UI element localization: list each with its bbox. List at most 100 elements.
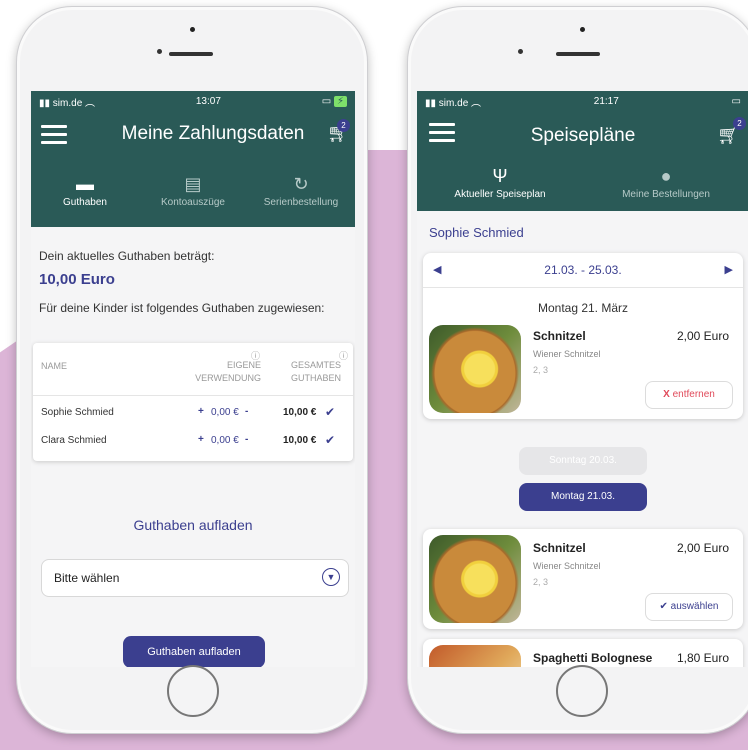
- page-title: Meine Zahlungsdaten: [121, 123, 305, 144]
- sensor-dot: [190, 27, 195, 32]
- row-total: 10,00 €: [283, 407, 317, 418]
- balance-table: NAME EIGENE VERWENDUNG ⓘ GESAMTES GUTHAB…: [33, 343, 353, 461]
- tab-guthaben[interactable]: ▬ Guthaben: [31, 171, 139, 208]
- status-bar: ▮▮ sim.de ︵ 21:17 ▭: [417, 91, 748, 111]
- plus-button[interactable]: +: [198, 406, 204, 417]
- cart-badge: 2: [733, 117, 746, 130]
- tab-bestellungen[interactable]: ● Meine Bestellungen: [583, 163, 748, 200]
- content-area: Sophie Schmied ◀ 21.03. - 25.03. ▶ Monta…: [417, 211, 748, 667]
- meal-price: 2,00 Euro: [676, 541, 729, 555]
- check-icon: ✔: [659, 601, 668, 612]
- topup-title: Guthaben aufladen: [133, 517, 253, 533]
- tab-bar: Ψ Aktueller Speiseplan ● Meine Bestellun…: [417, 163, 748, 200]
- wallet-add-icon: ▬: [76, 174, 94, 194]
- divider: [33, 395, 353, 396]
- meal-name: Spaghetti Bolognese: [533, 651, 653, 665]
- status-bar: ▮▮ sim.de ︵ 13:07 ▭ ⚡: [31, 91, 355, 111]
- food-image: [429, 535, 521, 623]
- meal-desc: Wiener Schnitzel: [533, 349, 601, 359]
- col-own: EIGENE VERWENDUNG: [195, 360, 261, 383]
- tab-bar: ▬ Guthaben ▤ Kontoauszüge ↻ Serienbestel…: [31, 171, 355, 208]
- tab-label: Meine Bestellungen: [622, 189, 710, 200]
- camera-icon: [518, 49, 523, 54]
- meal-allergens: 2, 3: [533, 365, 549, 375]
- carrier-label: ▮▮ sim.de ︵: [39, 97, 96, 109]
- check-icon: ✔: [325, 433, 336, 447]
- row-name: Clara Schmied: [41, 435, 107, 446]
- home-button[interactable]: [556, 665, 608, 717]
- col-name: NAME: [41, 361, 68, 371]
- meal-card: Schnitzel 2,00 Euro Wiener Schnitzel 2, …: [423, 529, 743, 629]
- select-button[interactable]: ✔ auswählen: [645, 593, 733, 621]
- app-header: Speisepläne 🛒︎ 2 Ψ Aktueller Speiseplan …: [417, 111, 748, 211]
- row-own: 0,00 €: [211, 435, 239, 446]
- cutlery-icon: Ψ: [492, 166, 508, 186]
- minus-button[interactable]: -: [245, 434, 248, 445]
- balance-value: 10,00 Euro: [39, 271, 115, 288]
- table-row: Clara Schmied + 0,00 € - 10,00 € ✔: [33, 431, 353, 453]
- row-total: 10,00 €: [283, 435, 317, 446]
- food-image: [429, 325, 521, 413]
- app-header: Meine Zahlungsdaten 🛒︎ 2 ▬ Guthaben ▤ Ko…: [31, 111, 355, 227]
- kids-label: Für deine Kinder ist folgendes Guthaben …: [39, 301, 325, 315]
- phone-right: ▮▮ sim.de ︵ 21:17 ▭ Speisepläne 🛒︎ 2 Ψ A…: [407, 6, 748, 734]
- select-value: Bitte wählen: [54, 571, 120, 585]
- cart-badge: 2: [337, 119, 350, 132]
- day-heading: Montag 21. März: [537, 301, 629, 315]
- meal-name: Schnitzel: [533, 541, 586, 555]
- tab-label: Aktueller Speiseplan: [454, 189, 546, 200]
- remove-button[interactable]: X entfernen: [645, 381, 733, 409]
- day-pill-inactive[interactable]: Sonntag 20.03.: [519, 447, 647, 475]
- chevron-down-icon: ▼: [322, 568, 340, 586]
- next-week-arrow[interactable]: ▶: [725, 263, 733, 276]
- meal-allergens: 2, 3: [533, 577, 549, 587]
- home-button[interactable]: [167, 665, 219, 717]
- statement-icon: ▤: [184, 174, 202, 194]
- apple-icon: ●: [660, 166, 672, 186]
- amount-select[interactable]: Bitte wählen ▼: [41, 559, 349, 597]
- clock: 13:07: [195, 95, 221, 107]
- row-own: 0,00 €: [211, 407, 239, 418]
- day-pill-active[interactable]: Montag 21.03.: [519, 483, 647, 511]
- speaker-grille: [556, 52, 600, 56]
- balance-label: Dein aktuelles Guthaben beträgt:: [39, 249, 215, 263]
- check-icon: ✔: [325, 405, 336, 419]
- tab-speiseplan[interactable]: Ψ Aktueller Speiseplan: [417, 163, 583, 200]
- meal-price: 2,00 Euro: [676, 329, 729, 343]
- food-image: [429, 645, 521, 667]
- meal-price: 1,80 Euro: [676, 651, 729, 665]
- minus-button[interactable]: -: [245, 406, 248, 417]
- table-row: Sophie Schmied + 0,00 € - 10,00 € ✔: [33, 403, 353, 425]
- week-range: 21.03. - 25.03.: [544, 263, 622, 277]
- tab-label: Serienbestellung: [263, 197, 339, 208]
- tab-label: Kontoauszüge: [161, 197, 225, 208]
- close-icon: X: [663, 389, 670, 400]
- battery-icon: ▭ ⚡: [322, 95, 347, 107]
- meal-name: Schnitzel: [533, 329, 586, 343]
- row-name: Sophie Schmied: [41, 407, 114, 418]
- child-name: Sophie Schmied: [429, 225, 524, 240]
- battery-icon: ▭: [731, 95, 741, 107]
- screen-right: ▮▮ sim.de ︵ 21:17 ▭ Speisepläne 🛒︎ 2 Ψ A…: [417, 91, 748, 667]
- info-icon[interactable]: ⓘ: [251, 349, 260, 362]
- meal-desc: Wiener Schnitzel: [533, 561, 601, 571]
- camera-icon: [157, 49, 162, 54]
- speaker-grille: [169, 52, 213, 56]
- tab-serienbestellung[interactable]: ↻ Serienbestellung: [247, 171, 355, 208]
- clock: 21:17: [593, 95, 619, 107]
- repeat-icon: ↻: [293, 174, 309, 194]
- sensor-dot: [580, 27, 585, 32]
- content-area: Dein aktuelles Guthaben beträgt: 10,00 E…: [31, 227, 355, 667]
- meal-card: Spaghetti Bolognese 1,80 Euro: [423, 639, 743, 667]
- tab-kontoauszuege[interactable]: ▤ Kontoauszüge: [139, 171, 247, 208]
- phone-left: ▮▮ sim.de ︵ 13:07 ▭ ⚡ Meine Zahlungsdate…: [16, 6, 368, 734]
- day-card: ◀ 21.03. - 25.03. ▶ Montag 21. März Schn…: [423, 253, 743, 419]
- tab-label: Guthaben: [63, 197, 107, 208]
- plus-button[interactable]: +: [198, 434, 204, 445]
- info-icon[interactable]: ⓘ: [339, 349, 348, 362]
- page-title: Speisepläne: [530, 125, 636, 146]
- topup-button[interactable]: Guthaben aufladen: [123, 636, 265, 667]
- col-total: GESAMTES GUTHABEN: [290, 360, 341, 383]
- screen-left: ▮▮ sim.de ︵ 13:07 ▭ ⚡ Meine Zahlungsdate…: [31, 91, 355, 667]
- carrier-label: ▮▮ sim.de ︵: [425, 97, 482, 109]
